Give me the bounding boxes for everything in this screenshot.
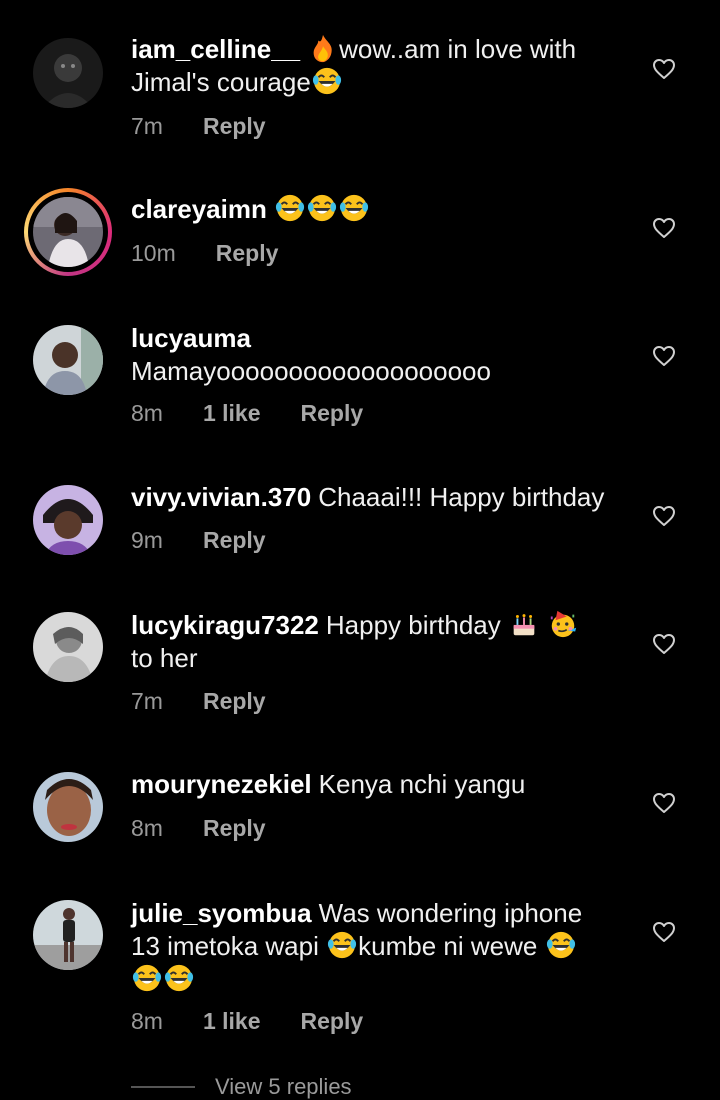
comment-body-line2: 13 imetoka wapi <box>131 931 319 961</box>
timestamp: 7m <box>131 688 163 714</box>
likes-count[interactable]: 1 like <box>203 400 261 427</box>
comment-text: clareyaimn <box>131 193 621 226</box>
comment-meta: 8m 1 like Reply <box>131 1008 363 1035</box>
laughing-tears-emoji <box>546 930 576 960</box>
laughing-tears-emoji <box>132 963 162 993</box>
username[interactable]: clareyaimn <box>131 194 267 224</box>
party-face-emoji <box>548 609 578 639</box>
comment-body-line2: to her <box>131 643 198 673</box>
comment-body: Kenya nchi yangu <box>318 769 526 799</box>
avatar[interactable] <box>33 612 103 682</box>
comment-body: Chaaai!!! Happy birthday <box>318 482 605 512</box>
laughing-tears-emoji <box>327 930 357 960</box>
avatar[interactable] <box>33 900 103 970</box>
timestamp: 8m <box>131 400 163 426</box>
avatar[interactable] <box>33 772 103 842</box>
comment-text: julie_syombua Was wondering iphone 13 ime… <box>131 897 621 996</box>
story-ring[interactable] <box>24 188 112 276</box>
username[interactable]: lucyauma <box>131 323 251 353</box>
comment-meta: 8m 1 like Reply <box>131 400 363 427</box>
timestamp: 8m <box>131 1008 163 1034</box>
reply-button[interactable]: Reply <box>203 113 266 140</box>
comment-meta: 9m Reply <box>131 527 266 554</box>
reply-button[interactable]: Reply <box>216 240 279 267</box>
birthday-cake-emoji <box>509 609 539 639</box>
reply-button[interactable]: Reply <box>203 815 266 842</box>
comment-meta: 8m Reply <box>131 815 266 842</box>
laughing-tears-emoji <box>339 193 369 223</box>
comment-text: mourynezekiel Kenya nchi yangu <box>131 768 621 801</box>
view-replies-label[interactable]: View 5 replies <box>215 1074 352 1100</box>
comment-text: lucyauma Mamayooooooooooooooooooo <box>131 322 621 388</box>
reply-button[interactable]: Reply <box>301 400 364 427</box>
comment-text: vivy.vivian.370 Chaaai!!! Happy birthday <box>131 481 621 514</box>
heart-outline-icon[interactable] <box>652 58 676 80</box>
reply-button[interactable]: Reply <box>203 527 266 554</box>
divider <box>131 1086 195 1088</box>
username[interactable]: iam_celline__ <box>131 34 300 64</box>
heart-outline-icon[interactable] <box>652 217 676 239</box>
comment-text: lucykiragu7322 Happy birthday to her <box>131 609 621 675</box>
heart-outline-icon[interactable] <box>652 505 676 527</box>
heart-outline-icon[interactable] <box>652 345 676 367</box>
avatar[interactable] <box>33 485 103 555</box>
comment-meta: 7m Reply <box>131 113 266 140</box>
view-replies-button[interactable]: View 5 replies <box>131 1074 352 1100</box>
laughing-tears-emoji <box>307 193 337 223</box>
comment-body: wow..am in love with <box>339 34 577 64</box>
reply-button[interactable]: Reply <box>301 1008 364 1035</box>
reply-button[interactable]: Reply <box>203 688 266 715</box>
comment-text: iam_celline__ wow..am in love with Jimal'… <box>131 33 621 99</box>
timestamp: 9m <box>131 527 163 553</box>
heart-outline-icon[interactable] <box>652 633 676 655</box>
laughing-tears-emoji <box>164 963 194 993</box>
heart-outline-icon[interactable] <box>652 921 676 943</box>
comment-body: Mamayooooooooooooooooooo <box>131 356 491 386</box>
username[interactable]: julie_syombua <box>131 898 312 928</box>
timestamp: 7m <box>131 113 163 139</box>
comment-body-line2: Jimal's courage <box>131 67 311 97</box>
fire-emoji <box>308 33 338 63</box>
avatar[interactable] <box>33 38 103 108</box>
username[interactable]: lucykiragu7322 <box>131 610 319 640</box>
comment-meta: 10m Reply <box>131 240 278 267</box>
avatar[interactable] <box>33 325 103 395</box>
comment-body: Happy birthday <box>325 610 501 640</box>
comment-body-line2b: kumbe ni wewe <box>358 931 538 961</box>
username[interactable]: vivy.vivian.370 <box>131 482 311 512</box>
likes-count[interactable]: 1 like <box>203 1008 261 1035</box>
timestamp: 10m <box>131 240 176 266</box>
laughing-tears-emoji <box>275 193 305 223</box>
heart-outline-icon[interactable] <box>652 792 676 814</box>
username[interactable]: mourynezekiel <box>131 769 312 799</box>
comment-meta: 7m Reply <box>131 688 266 715</box>
avatar[interactable] <box>33 197 103 267</box>
comment-body: Was wondering iphone <box>318 898 583 928</box>
timestamp: 8m <box>131 815 163 841</box>
laughing-tears-emoji <box>312 66 342 96</box>
